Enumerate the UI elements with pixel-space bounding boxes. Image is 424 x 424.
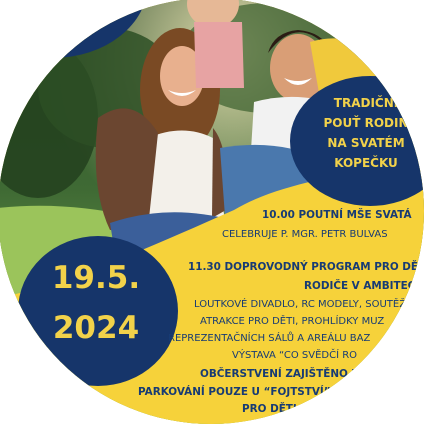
schedule-line-1: 10.00 POUTNÍ MŠE SVATÁ	[262, 209, 412, 221]
schedule-line-7: REPREZENTAČNÍCH SÁLŮ A AREÁLU BAZ	[168, 333, 371, 344]
schedule-line-4: RODIČE V AMBITECH	[304, 280, 424, 292]
title-line-2: POUŤ RODIN	[323, 116, 409, 130]
schedule-line-3: 11.30 DOPROVODNÝ PROGRAM PRO DĚTI I	[188, 261, 424, 273]
schedule-line-8: VÝSTAVA “CO SVĚDČÍ RO	[232, 350, 358, 361]
schedule-line-5: LOUTKOVÉ DIVADLO, RC MODELY, SOUTĚŽE,	[194, 299, 416, 310]
poster-stage: TRADIČNÍ POUŤ RODIN NA SVATÉM KOPEČKU 19…	[0, 0, 424, 424]
poster-circle: TRADIČNÍ POUŤ RODIN NA SVATÉM KOPEČKU 19…	[0, 0, 424, 424]
schedule-line-11: PRO DĚTI DŘ	[242, 403, 317, 415]
schedule-line-9: OBČERSTVENÍ ZAJIŠTĚNO ZA L	[200, 368, 378, 380]
title-line-1: TRADIČNÍ	[333, 96, 399, 110]
schedule-line-2: CELEBRUJE P. MGR. PETR BULVAS	[222, 229, 388, 240]
title-line-4: KOPEČKU	[334, 156, 398, 170]
title-line-3: NA SVATÉM	[327, 136, 405, 150]
schedule-line-10: PARKOVÁNÍ POUZE U “FOJTSTVÍ”, U ZO	[138, 386, 367, 398]
event-date-day: 19.5.	[51, 260, 141, 296]
event-date-year: 2024	[52, 310, 140, 346]
schedule-line-6: ATRAKCE PRO DĚTI, PROHLÍDKY MUZ	[200, 316, 385, 327]
